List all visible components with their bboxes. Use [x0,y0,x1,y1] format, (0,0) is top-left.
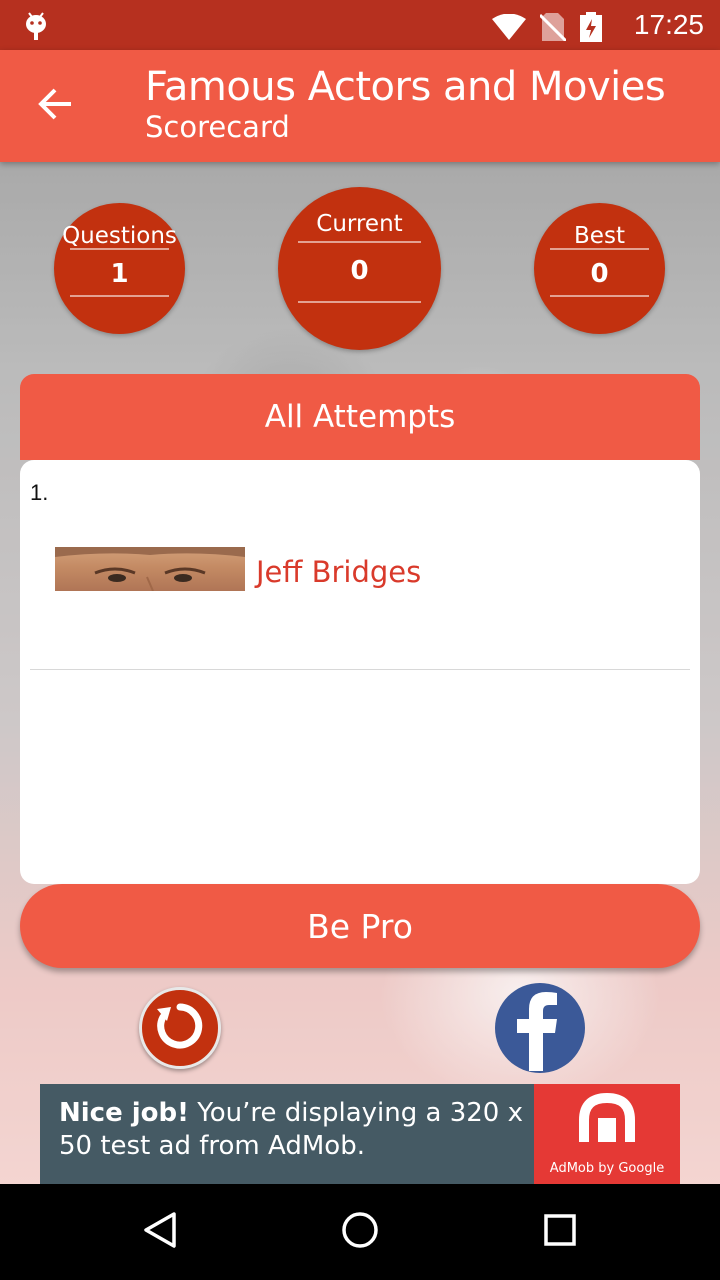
app-bar: Famous Actors and Movies Scorecard [0,50,720,162]
restart-button[interactable] [139,987,221,1069]
questions-divider [70,248,169,250]
facebook-icon [495,983,585,1073]
facebook-share-button[interactable] [495,983,585,1073]
back-button[interactable] [30,82,80,130]
be-pro-button[interactable]: Be Pro [20,884,700,968]
page-subtitle: Scorecard [145,110,290,144]
nav-back-icon [140,1210,180,1254]
wifi-icon [492,13,526,44]
current-underline [298,301,421,303]
questions-score-circle: Questions 1 [54,203,185,334]
questions-label: Questions [62,223,177,249]
attempts-list[interactable]: 1. Jeff Bridges [20,460,700,884]
current-value: 0 [350,256,369,286]
restart-icon [155,1001,205,1055]
best-score-circle: Best 0 [534,203,665,334]
status-bar: 17:25 [0,0,720,50]
current-score-circle: Current 0 [278,187,441,350]
nav-home-button[interactable] [338,1210,382,1254]
no-sim-icon [538,13,568,45]
clock: 17:25 [633,9,704,40]
attempts-header: All Attempts [20,374,700,460]
attempt-divider [30,669,690,670]
page-title: Famous Actors and Movies [145,64,666,110]
best-underline [550,295,649,297]
questions-value: 1 [110,259,129,289]
attempt-number: 1. [30,480,49,505]
ad-text: Nice job! You’re displaying a 320 x 50 t… [59,1097,539,1163]
actor-name: Jeff Bridges [256,555,422,589]
battery-charging-icon [580,12,602,46]
back-arrow-icon [37,88,73,124]
ad-caption: AdMob by Google [549,1161,665,1176]
current-label: Current [316,211,403,237]
best-divider [550,248,649,250]
navigation-bar [0,1184,720,1280]
admob-logo-icon [576,1092,638,1152]
nav-recents-icon [540,1210,580,1254]
current-divider [298,241,421,243]
questions-underline [70,295,169,297]
ad-logo-area: AdMob by Google [534,1084,680,1184]
ad-banner[interactable]: Nice job! You’re displaying a 320 x 50 t… [40,1084,680,1184]
android-icon [24,10,48,40]
actor-photo [55,547,245,591]
best-value: 0 [590,259,609,289]
best-label: Best [574,223,625,249]
nav-recents-button[interactable] [538,1210,582,1254]
ad-headline: Nice job! [59,1098,190,1128]
nav-back-button[interactable] [138,1210,182,1254]
nav-home-icon [340,1210,380,1254]
